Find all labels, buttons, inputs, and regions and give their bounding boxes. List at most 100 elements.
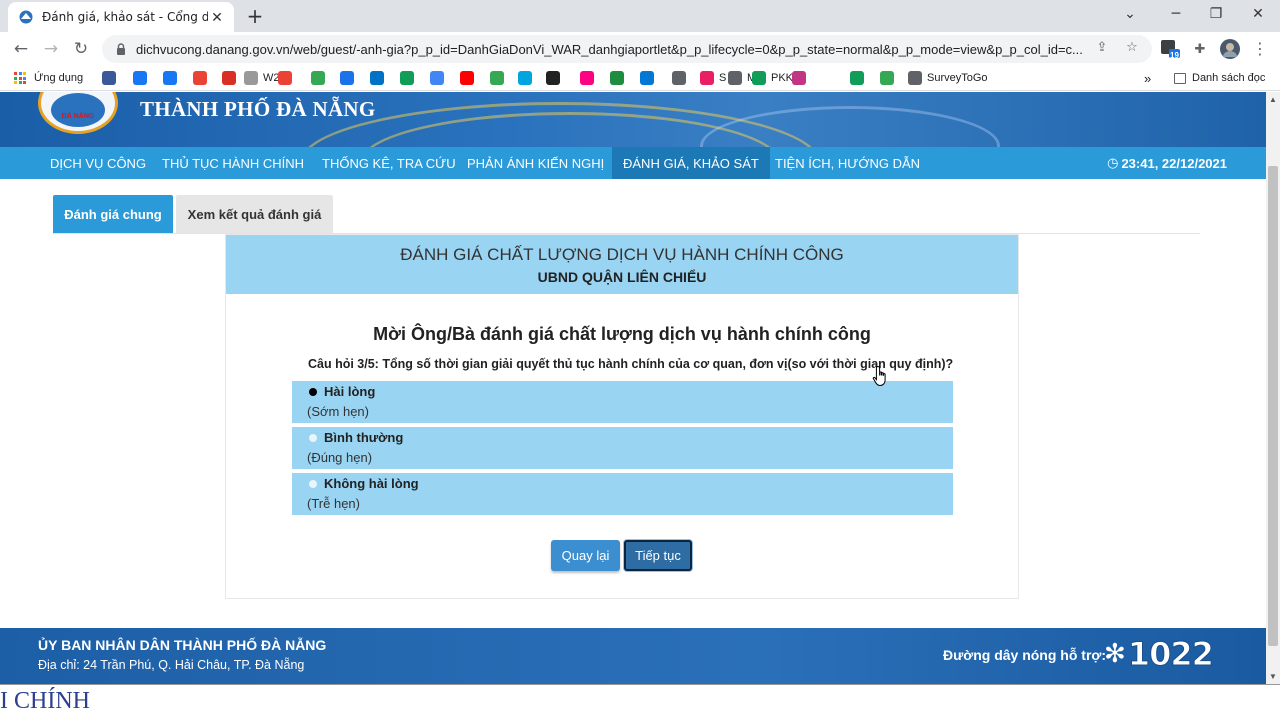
- tab-title: Đánh giá, khảo sát - Cổng dịch vụ công: [42, 10, 208, 24]
- bookmark-item[interactable]: [400, 69, 419, 87]
- back-button[interactable]: Quay lại: [551, 540, 620, 571]
- radio-button[interactable]: [309, 434, 317, 442]
- bookmark-favicon-icon: [792, 71, 806, 85]
- browser-toolbar: ← → ↻ dichvucong.danang.gov.vn/web/guest…: [0, 32, 1280, 66]
- back-icon[interactable]: ←: [9, 37, 33, 61]
- browser-tabstrip: Đánh giá, khảo sát - Cổng dịch vụ công ✕…: [0, 0, 1280, 32]
- city-logo[interactable]: ĐÀ NẴNG: [38, 92, 118, 134]
- apps-grid-icon: [14, 72, 26, 84]
- forward-icon[interactable]: →: [39, 37, 63, 61]
- bookmark-item[interactable]: [640, 69, 659, 87]
- option-binh-thuong[interactable]: Bình thường (Đúng hẹn): [292, 427, 953, 469]
- address-bar[interactable]: dichvucong.danang.gov.vn/web/guest/-anh-…: [102, 35, 1152, 63]
- continue-button[interactable]: Tiếp tục: [624, 540, 692, 571]
- option-hai-long[interactable]: Hài lòng (Sớm hẹn): [292, 381, 953, 423]
- option-label: Hài lòng: [324, 384, 376, 399]
- bookmark-item[interactable]: [460, 69, 479, 87]
- bookmark-favicon-icon: [672, 71, 686, 85]
- tab-danh-gia-chung[interactable]: Đánh giá chung: [53, 195, 173, 233]
- restore-button[interactable]: ❐: [1196, 4, 1236, 24]
- bookmark-favicon-icon: [850, 71, 864, 85]
- bookmark-item[interactable]: [792, 69, 811, 87]
- bookmark-item[interactable]: [672, 69, 691, 87]
- radio-button[interactable]: [309, 480, 317, 488]
- tab-search-icon[interactable]: ⌄: [1110, 4, 1150, 24]
- logo-caption: ĐÀ NẴNG: [61, 113, 95, 120]
- bookmark-favicon-icon: [244, 71, 258, 85]
- bookmark-item[interactable]: SurveyToGo: [908, 69, 988, 87]
- option-khong-hai-long[interactable]: Không hài lòng (Trễ hẹn): [292, 473, 953, 515]
- bookmark-item[interactable]: [311, 69, 330, 87]
- bookmark-item[interactable]: S: [700, 69, 726, 87]
- hotline-label: Đường dây nóng hỗ trợ:: [943, 647, 1107, 663]
- bookmark-item[interactable]: [430, 69, 449, 87]
- bookmark-favicon-icon: [908, 71, 922, 85]
- survey-question: Câu hỏi 3/5: Tổng số thời gian giải quyế…: [308, 357, 954, 371]
- bookmark-item[interactable]: [133, 69, 152, 87]
- new-tab-button[interactable]: +: [244, 4, 266, 28]
- bookmark-item[interactable]: [850, 69, 869, 87]
- url-text[interactable]: dichvucong.danang.gov.vn/web/guest/-anh-…: [136, 42, 1096, 57]
- hotline-star-icon: ✻: [1104, 639, 1126, 669]
- bookmark-item[interactable]: [546, 69, 565, 87]
- minimize-button[interactable]: ─: [1156, 4, 1196, 24]
- scroll-down-icon[interactable]: ▼: [1269, 672, 1277, 681]
- bookmark-item[interactable]: [278, 69, 297, 87]
- bookmark-apps[interactable]: Ứng dụng: [14, 69, 83, 87]
- browser-tab[interactable]: Đánh giá, khảo sát - Cổng dịch vụ công ✕: [8, 2, 234, 32]
- survey-title: Đánh giá chất lượng dịch vụ hành chính c…: [400, 245, 844, 264]
- profile-avatar[interactable]: [1220, 39, 1240, 59]
- option-description: (Trễ hẹn): [307, 496, 360, 511]
- bookmark-item[interactable]: [610, 69, 629, 87]
- city-name: THÀNH PHỐ ĐÀ NẴNG: [140, 97, 376, 121]
- hotline-digits: 1022: [1127, 635, 1214, 674]
- datetime-display: ◷ 23:41, 22/12/2021: [1107, 147, 1227, 179]
- bookmark-item[interactable]: [102, 69, 121, 87]
- bookmark-favicon-icon: [518, 71, 532, 85]
- reading-list-button[interactable]: Danh sách đọc: [1174, 69, 1265, 87]
- bookmark-favicon-icon: [728, 71, 742, 85]
- tab-close-icon[interactable]: ✕: [208, 8, 226, 26]
- menu-item-tien-ich-huong-dan[interactable]: Tiện ích, hướng dẫn: [764, 147, 931, 179]
- survey-unit: UBND QUẬN LIÊN CHIỂU: [537, 269, 707, 285]
- survey-invite: Mời Ông/Bà đánh giá chất lượng dịch vụ h…: [373, 324, 871, 344]
- bookmark-favicon-icon: [430, 71, 444, 85]
- menu-item-thu-tuc-hanh-chinh[interactable]: Thủ tục hành chính: [151, 147, 315, 179]
- datetime-text: 23:41, 22/12/2021: [1121, 155, 1227, 171]
- page-viewport: ĐÀ NẴNG THÀNH PHỐ ĐÀ NẴNG Dịch vụ công T…: [0, 92, 1266, 684]
- bookmark-star-icon[interactable]: ☆: [1124, 39, 1140, 55]
- menu-item-thong-ke-tra-cuu[interactable]: Thống kê, tra cứu: [311, 147, 467, 179]
- bookmark-favicon-icon: [193, 71, 207, 85]
- bookmark-item[interactable]: [580, 69, 599, 87]
- tab-xem-ket-qua[interactable]: Xem kết quả đánh giá: [176, 195, 333, 233]
- hotline-number[interactable]: ✻ 1022: [1104, 635, 1214, 674]
- close-window-button[interactable]: ✕: [1238, 4, 1278, 24]
- scroll-up-icon[interactable]: ▲: [1269, 95, 1277, 104]
- bookmark-item[interactable]: [340, 69, 359, 87]
- menu-item-dich-vu-cong[interactable]: Dịch vụ công: [39, 147, 157, 179]
- reading-list-label: Danh sách đọc: [1192, 72, 1266, 84]
- hand-cursor-icon: [872, 365, 886, 386]
- scrollbar-thumb[interactable]: [1268, 166, 1278, 646]
- bookmark-item[interactable]: [193, 69, 212, 87]
- footer-organization: ỦY BAN NHÂN DÂN THÀNH PHỐ ĐÀ NẴNG: [38, 637, 327, 653]
- bookmark-favicon-icon: [580, 71, 594, 85]
- bookmarks-overflow-icon[interactable]: »: [1144, 69, 1151, 87]
- extensions-puzzle-icon[interactable]: ✚: [1190, 39, 1210, 59]
- bookmark-item[interactable]: [163, 69, 182, 87]
- page-scrollbar[interactable]: ▲ ▼: [1266, 92, 1280, 684]
- reload-icon[interactable]: ↻: [69, 37, 93, 61]
- radio-button[interactable]: [309, 388, 317, 396]
- bookmark-item[interactable]: [490, 69, 509, 87]
- browser-menu-icon[interactable]: ⋮: [1250, 39, 1270, 59]
- menu-item-danh-gia-khao-sat[interactable]: Đánh giá, khảo sát: [612, 147, 770, 179]
- bookmark-item[interactable]: [370, 69, 389, 87]
- bookmark-item[interactable]: [880, 69, 899, 87]
- menu-item-phan-anh-kien-nghi[interactable]: Phản ánh kiến nghị: [456, 147, 615, 179]
- site-favicon-icon: [18, 9, 34, 25]
- bookmark-favicon-icon: [222, 71, 236, 85]
- bookmark-item[interactable]: PKK: [752, 69, 793, 87]
- share-icon[interactable]: ⇪: [1094, 39, 1110, 55]
- bookmark-item[interactable]: [518, 69, 537, 87]
- bookmark-item[interactable]: [222, 69, 241, 87]
